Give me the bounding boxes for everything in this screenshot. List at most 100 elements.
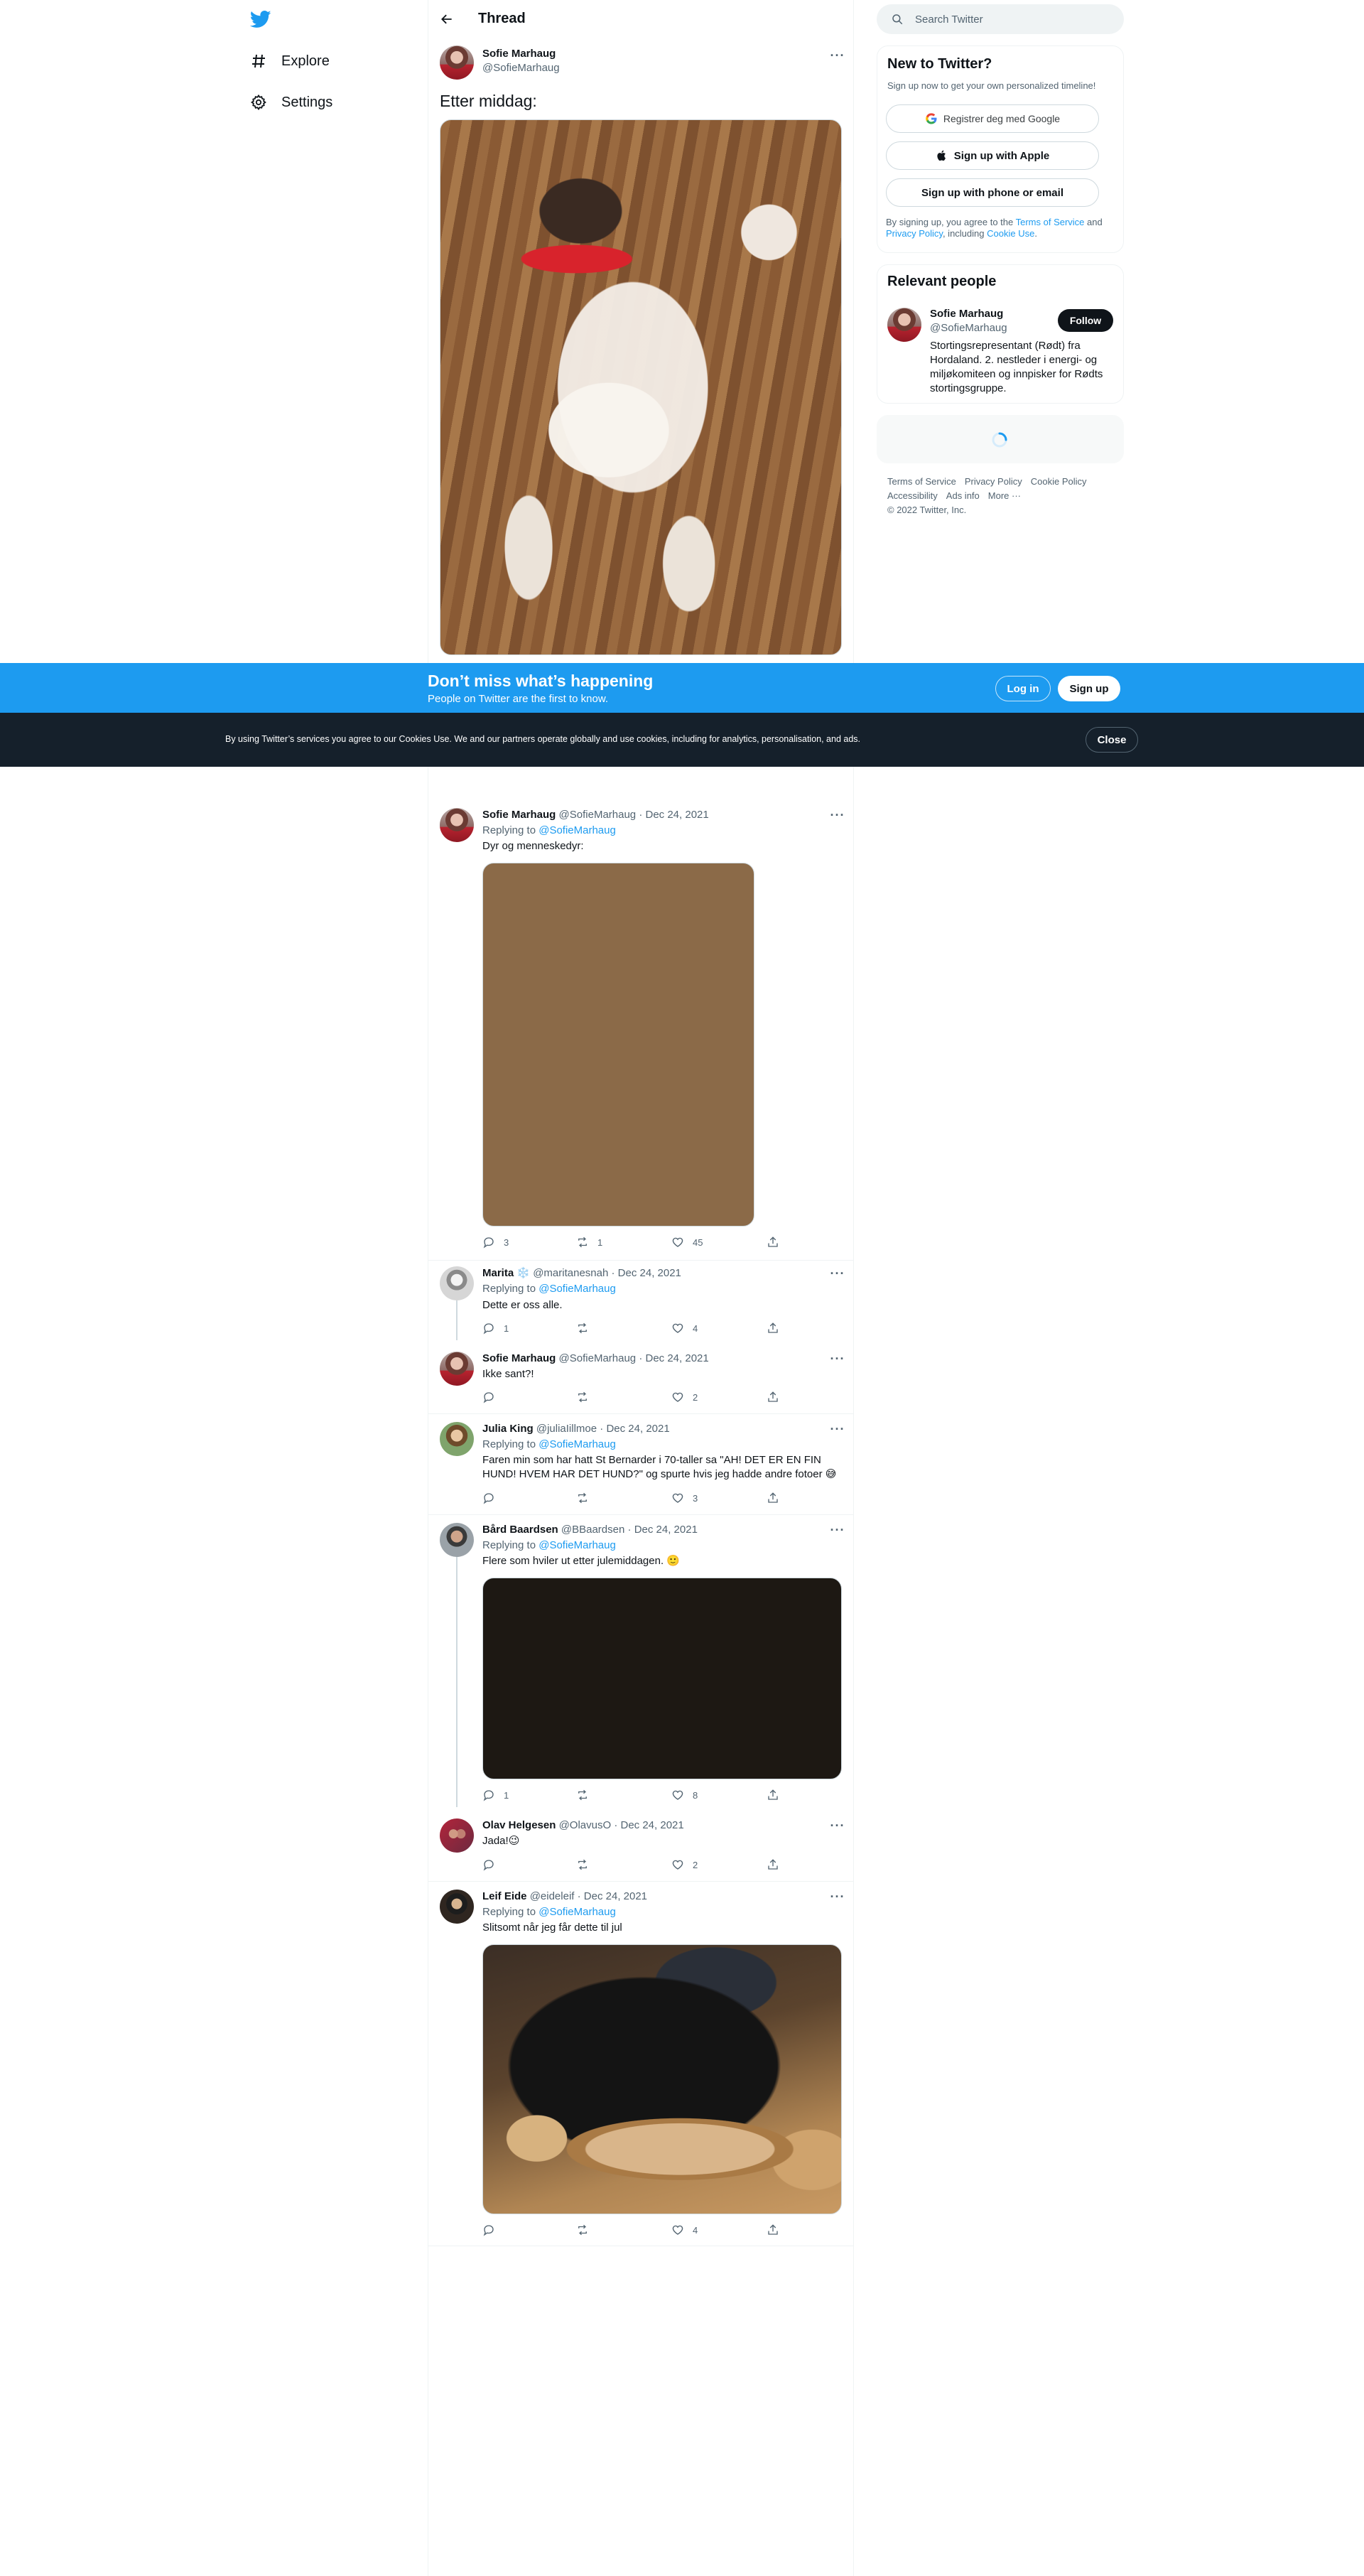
more-options-icon[interactable]: ··· [830, 1352, 845, 1366]
reply-button[interactable] [482, 1390, 504, 1404]
reply-author-name[interactable]: Sofie Marhaug [482, 1352, 556, 1364]
reply-author-handle[interactable]: @juliaIillmoe [536, 1423, 597, 1435]
like-button[interactable]: 8 [671, 1788, 698, 1802]
google-signup-button[interactable]: Registrer deg med Google [886, 104, 1099, 133]
avatar[interactable] [440, 1352, 474, 1386]
more-options-icon[interactable]: ··· [830, 1890, 845, 1904]
share-button[interactable] [767, 1858, 788, 1872]
more-options-icon[interactable]: ··· [830, 1266, 845, 1281]
reply-author-name[interactable]: Julia King [482, 1423, 534, 1435]
reply-button[interactable] [482, 1491, 504, 1505]
more-options-icon[interactable]: ··· [830, 48, 845, 63]
reply-author-handle[interactable]: @SofieMarhaug [559, 809, 637, 821]
footer-link[interactable]: More ··· [988, 489, 1021, 503]
more-options-icon[interactable]: ··· [830, 1422, 845, 1436]
footer-link[interactable]: Privacy Policy [965, 475, 1022, 489]
retweet-button[interactable] [576, 1390, 597, 1404]
reply-author-handle[interactable]: @OlavusO [559, 1819, 612, 1831]
share-button[interactable] [767, 1491, 788, 1505]
reply-date[interactable]: Dec 24, 2021 [618, 1267, 681, 1279]
reply-button[interactable] [482, 1858, 504, 1872]
reply-button[interactable]: 1 [482, 1788, 509, 1802]
reply-author-handle[interactable]: @maritanesnah [533, 1267, 608, 1279]
reply-media[interactable] [482, 1944, 842, 2214]
search-bar[interactable] [877, 4, 1124, 34]
mention-link[interactable]: @SofieMarhaug [538, 1438, 616, 1450]
reply-author-handle[interactable]: @SofieMarhaug [559, 1352, 637, 1364]
reply-author-name[interactable]: Sofie Marhaug [482, 809, 556, 821]
search-input[interactable] [915, 13, 1100, 26]
like-button[interactable]: 2 [671, 1390, 698, 1404]
reply-button[interactable]: 1 [482, 1321, 509, 1335]
avatar[interactable] [440, 45, 474, 80]
tweet-photo[interactable] [440, 119, 842, 655]
like-button[interactable]: 4 [671, 1321, 698, 1335]
reply-author-name[interactable]: Bård Baardsen [482, 1524, 558, 1536]
like-button[interactable]: 4 [671, 2223, 698, 2237]
share-button[interactable] [767, 2223, 788, 2237]
avatar[interactable] [440, 1523, 474, 1557]
cookie-use-link[interactable]: Cookie Use [987, 228, 1034, 239]
retweet-button[interactable]: 1 [576, 1235, 602, 1249]
reply-date[interactable]: Dec 24, 2021 [646, 809, 709, 821]
reply-button[interactable] [482, 2223, 504, 2237]
reply-button[interactable]: 3 [482, 1235, 509, 1249]
person-handle[interactable]: @SofieMarhaug [930, 322, 1007, 334]
retweet-button[interactable] [576, 1321, 597, 1335]
login-button[interactable]: Log in [995, 676, 1051, 701]
like-button[interactable]: 3 [671, 1491, 698, 1505]
share-button[interactable] [767, 1321, 788, 1335]
reply-media[interactable] [482, 863, 754, 1227]
reply-media[interactable] [482, 1578, 842, 1779]
avatar[interactable] [887, 308, 921, 342]
twitter-bird-icon[interactable] [250, 9, 271, 30]
tweet-author-name[interactable]: Sofie Marhaug [482, 47, 556, 61]
footer-link[interactable]: Cookie Policy [1031, 475, 1087, 489]
share-button[interactable] [767, 1788, 788, 1802]
phone-email-signup-button[interactable]: Sign up with phone or email [886, 178, 1099, 207]
back-arrow-icon[interactable] [440, 12, 454, 26]
reply-date[interactable]: Dec 24, 2021 [634, 1524, 698, 1536]
avatar[interactable] [440, 1266, 474, 1300]
mention-link[interactable]: @SofieMarhaug [538, 1283, 616, 1295]
share-button[interactable] [767, 1235, 788, 1249]
more-options-icon[interactable]: ··· [830, 1523, 845, 1537]
apple-signup-button[interactable]: Sign up with Apple [886, 141, 1099, 170]
reply-author-handle[interactable]: @BBaardsen [561, 1524, 624, 1536]
retweet-button[interactable] [576, 1858, 597, 1872]
footer-link[interactable]: Ads info [946, 489, 980, 503]
retweet-button[interactable] [576, 1788, 597, 1802]
reply-date[interactable]: Dec 24, 2021 [584, 1890, 647, 1902]
mention-link[interactable]: @SofieMarhaug [538, 1539, 616, 1551]
terms-link[interactable]: Terms of Service [1016, 217, 1085, 227]
reply-author-name[interactable]: Marita ❄️ [482, 1267, 530, 1279]
mention-link[interactable]: @SofieMarhaug [538, 1906, 616, 1918]
share-button[interactable] [767, 1390, 788, 1404]
reply-author-handle[interactable]: @eideleif [530, 1890, 575, 1902]
avatar[interactable] [440, 1818, 474, 1853]
retweet-button[interactable] [576, 2223, 597, 2237]
reply-date[interactable]: Dec 24, 2021 [646, 1352, 709, 1364]
retweet-button[interactable] [576, 1491, 597, 1505]
like-button[interactable]: 2 [671, 1858, 698, 1872]
more-options-icon[interactable]: ··· [830, 1818, 845, 1833]
signup-button[interactable]: Sign up [1058, 676, 1120, 701]
privacy-link[interactable]: Privacy Policy [886, 228, 943, 239]
follow-button[interactable]: Follow [1058, 309, 1113, 332]
reply-date[interactable]: Dec 24, 2021 [621, 1819, 684, 1831]
more-options-icon[interactable]: ··· [830, 808, 845, 822]
person-name[interactable]: Sofie Marhaug [930, 308, 1003, 320]
like-button[interactable]: 45 [671, 1235, 703, 1249]
reply-author-name[interactable]: Olav Helgesen [482, 1819, 556, 1831]
nav-explore[interactable]: Explore [250, 45, 330, 77]
reply-author-name[interactable]: Leif Eide [482, 1890, 527, 1902]
avatar[interactable] [440, 1422, 474, 1456]
tweet-author-handle[interactable]: @SofieMarhaug [482, 61, 560, 75]
cookie-close-button[interactable]: Close [1086, 727, 1138, 753]
reply-date[interactable]: Dec 24, 2021 [606, 1423, 669, 1435]
avatar[interactable] [440, 808, 474, 842]
avatar[interactable] [440, 1890, 474, 1924]
nav-settings[interactable]: Settings [250, 87, 332, 118]
footer-link[interactable]: Accessibility [887, 489, 938, 503]
mention-link[interactable]: @SofieMarhaug [538, 824, 616, 836]
